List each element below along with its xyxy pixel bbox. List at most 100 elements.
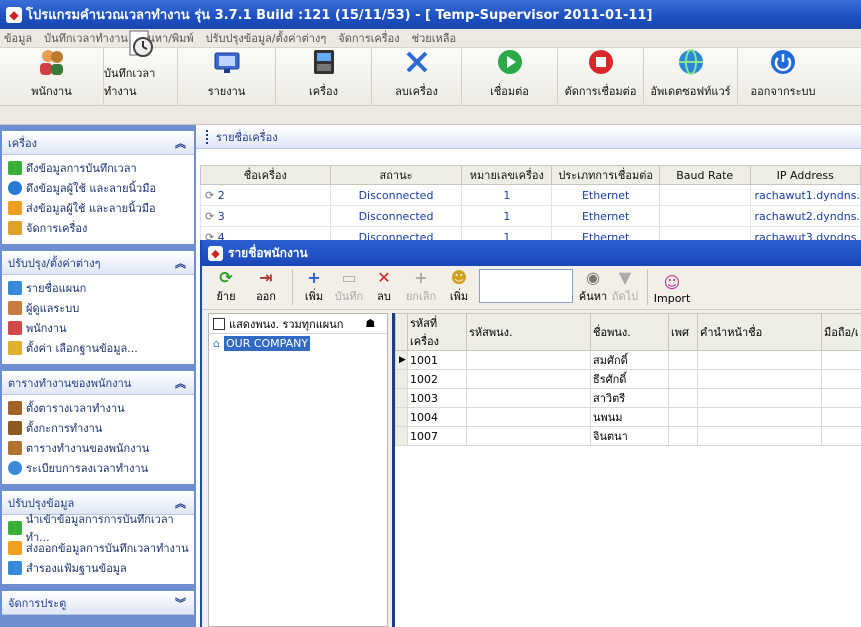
sidebar-item-manage-device[interactable]: จัดการเครื่อง <box>8 218 194 238</box>
sidebar-group-header[interactable]: ตารางทำงานของพนักงาน ︽ <box>2 371 194 395</box>
chevron-up-icon[interactable]: ︽ <box>175 135 186 151</box>
connect-button[interactable]: เชื่อมต่อ <box>462 48 558 106</box>
employee-table: รหัสที่เครื่อง รหัสพนง. ชื่อพนง. เพศ คำน… <box>395 313 861 446</box>
sidebar-item-database-settings[interactable]: ตั้งค่า เลือกฐานข้อมูล... <box>8 338 194 358</box>
col-connection-type[interactable]: ประเภทการเชื่อมต่อ <box>551 165 660 185</box>
delete-device-button[interactable]: ลบเครื่อง <box>372 48 462 106</box>
search-input[interactable] <box>479 269 573 303</box>
show-all-checkbox[interactable] <box>213 317 225 330</box>
tree-header: แสดงพนง. รวมทุกแผนก ☗ <box>209 314 387 334</box>
menu-time-record[interactable]: บันทึกเวลาทำงาน <box>44 29 128 47</box>
time-record-button[interactable]: บันทึกเวลาทำงาน <box>104 30 178 106</box>
globe-icon <box>676 47 706 77</box>
col-employee-code[interactable]: รหัสพนง. <box>466 313 591 351</box>
sidebar-item-upload-users[interactable]: ส่งข้อมูลผู้ใช้ และลายนิ้วมือ <box>8 198 194 218</box>
app-icon: ◆ <box>6 6 22 23</box>
delete-button[interactable]: ✕ ลบ <box>369 267 399 309</box>
col-ip-address[interactable]: IP Address <box>749 165 861 185</box>
sidebar-group-data: ปรับปรุงข้อมูล ︽ นำเข้าข้อมูลการการบันทึ… <box>2 491 194 584</box>
sidebar-item-download-users[interactable]: ดึงข้อมูลผู้ใช้ และลายนิ้วมือ <box>8 178 194 198</box>
col-employee-name[interactable]: ชื่อพนง. <box>590 313 669 351</box>
import-button[interactable]: ☺ Import <box>654 272 691 309</box>
col-mobile[interactable]: มือถือ/เ <box>821 313 861 351</box>
table-row[interactable]: 1002 ธีรศักดิ์ <box>395 369 861 389</box>
menu-help[interactable]: ช่วยเหลือ <box>412 29 456 47</box>
table-row[interactable]: ⟳ 2 Disconnected 1 Ethernet rachawut1.dy… <box>200 184 861 206</box>
move-button[interactable]: ⟳ ย้าย <box>206 267 246 309</box>
sidebar-item-import[interactable]: นำเข้าข้อมูลการการบันทึกเวลาทำ... <box>8 513 194 544</box>
sidebar-item-shifts[interactable]: ตั้งกะการทำงาน <box>8 418 194 438</box>
sidebar-group-settings: ปรับปรุง/ตั้งค่าต่างๆ ︽ รายชื่อแผนก ผู้ด… <box>2 251 194 364</box>
employees-icon <box>37 47 67 77</box>
col-device-number[interactable]: หมายเลขเครื่อง <box>461 165 553 185</box>
globe-icon <box>8 181 22 195</box>
sidebar-item-timetable[interactable]: ตั้งตารางเวลาทำงาน <box>8 398 194 418</box>
window-title: โปรแกรมคำนวณเวลาทำงาน รุ่น 3.7.1 Build :… <box>26 8 653 23</box>
sidebar-item-download-time[interactable]: ดึงข้อมูลการบันทึกเวลา <box>8 158 194 178</box>
cancel-icon: + <box>414 267 428 287</box>
table-row[interactable]: 1007 จินตนา <box>395 426 861 446</box>
col-sex[interactable]: เพศ <box>668 313 698 351</box>
org-chart-icon[interactable]: ☗ <box>365 317 375 330</box>
sidebar-item-attendance-rules[interactable]: ระเบียบการลงเวลาทำงาน <box>8 458 194 478</box>
sidebar-item-backup[interactable]: สำรองแฟ้มฐานข้อมูล <box>8 558 194 578</box>
employees-button[interactable]: พนักงาน <box>0 48 104 106</box>
sidebar-item-departments[interactable]: รายชื่อแผนก <box>8 278 194 298</box>
table-row[interactable]: ▶ 1001 สมศักดิ์ <box>395 350 861 370</box>
sidebar: เครื่อง ︽ ดึงข้อมูลการบันทึกเวลา ดึงข้อม… <box>0 125 196 627</box>
employee-window-titlebar[interactable]: ◆ รายชื่อพนักงาน <box>202 240 861 266</box>
chevron-up-icon[interactable]: ︽ <box>175 495 186 511</box>
tree-node-company[interactable]: ⌂ OUR COMPANY <box>209 334 387 352</box>
report-button[interactable]: รายงาน <box>178 48 276 106</box>
sidebar-item-admins[interactable]: ผู้ดูแลระบบ <box>8 298 194 318</box>
cancel-button[interactable]: + ยกเลิก <box>399 267 443 309</box>
save-icon: ▭ <box>341 267 357 287</box>
col-baud-rate[interactable]: Baud Rate <box>658 165 751 185</box>
next-button[interactable]: ▼ ถัดไป <box>609 267 641 309</box>
row-indicator-header <box>395 313 408 351</box>
menu-settings[interactable]: ปรับปรุงข้อมูล/ตั้งค่าต่างๆ <box>206 29 327 47</box>
home-icon: ⌂ <box>213 336 220 350</box>
sidebar-group-doors: จัดการประตู ︾ <box>2 591 194 615</box>
user-icon <box>8 321 22 335</box>
table-row[interactable]: 1004 นพนม <box>395 407 861 427</box>
employee-window: ◆ รายชื่อพนักงาน ⟳ ย้าย ⇥ ออก + เพิ่ม ▭ … <box>200 240 861 627</box>
add-person-button[interactable]: ☻ เพิ่ม <box>443 267 475 309</box>
sidebar-item-export[interactable]: ส่งออกข้อมูลการบันทึกเวลาทำงาน <box>8 538 194 558</box>
table-row[interactable]: 1003 สาวิตรี <box>395 388 861 408</box>
disconnect-button[interactable]: ตัดการเชื่อมต่อ <box>558 48 644 106</box>
device-button[interactable]: เครื่อง <box>276 48 372 106</box>
exit-button[interactable]: ⇥ ออก <box>246 267 286 309</box>
department-tree: แสดงพนง. รวมทุกแผนก ☗ ⌂ OUR COMPANY <box>208 313 388 627</box>
sidebar-group-header[interactable]: ปรับปรุง/ตั้งค่าต่างๆ ︽ <box>2 251 194 275</box>
sidebar-group-header[interactable]: จัดการประตู ︾ <box>2 591 194 615</box>
col-status[interactable]: สถานะ <box>329 165 463 185</box>
chevron-up-icon[interactable]: ︽ <box>175 375 186 391</box>
logout-button[interactable]: ออกจากระบบ <box>738 48 828 106</box>
globe-icon <box>8 461 22 475</box>
sidebar-item-employees[interactable]: พนักงาน <box>8 318 194 338</box>
chevron-down-icon[interactable]: ︾ <box>175 595 186 611</box>
add-button[interactable]: + เพิ่ม <box>299 267 329 309</box>
col-device-name[interactable]: ชื่อเครื่อง <box>200 165 331 185</box>
chevron-up-icon[interactable]: ︽ <box>175 255 186 271</box>
current-row-icon: ▶ <box>395 350 408 370</box>
main-toolbar: พนักงาน บันทึกเวลาทำงาน รายงาน เครื่อง ล… <box>0 30 861 106</box>
plus-icon: + <box>307 267 321 287</box>
save-button[interactable]: ▭ บันทึก <box>329 267 369 309</box>
sidebar-item-employee-schedule[interactable]: ตารางทำงานของพนักงาน <box>8 438 194 458</box>
report-icon <box>212 47 242 77</box>
menu-device-manage[interactable]: จัดการเครื่อง <box>338 29 399 47</box>
employee-grid: รหัสที่เครื่อง รหัสพนง. ชื่อพนง. เพศ คำน… <box>392 313 861 627</box>
calendar-icon <box>8 421 22 435</box>
table-row[interactable]: ⟳ 3 Disconnected 1 Ethernet rachawut2.dy… <box>200 205 861 227</box>
update-software-button[interactable]: อัพเดตซอฟท์แวร์ <box>644 48 738 106</box>
calendar-icon <box>8 441 22 455</box>
menu-data[interactable]: ข้อมูล <box>4 29 32 47</box>
arrow-down-icon: ▼ <box>618 267 632 287</box>
col-device-id[interactable]: รหัสที่เครื่อง <box>407 313 467 351</box>
toolbar-separator <box>647 269 648 305</box>
col-prefix[interactable]: คำนำหน้าชื่อ <box>697 313 822 351</box>
search-button[interactable]: ◉ ค้นหา <box>577 267 609 309</box>
sidebar-group-header[interactable]: เครื่อง ︽ <box>2 131 194 155</box>
